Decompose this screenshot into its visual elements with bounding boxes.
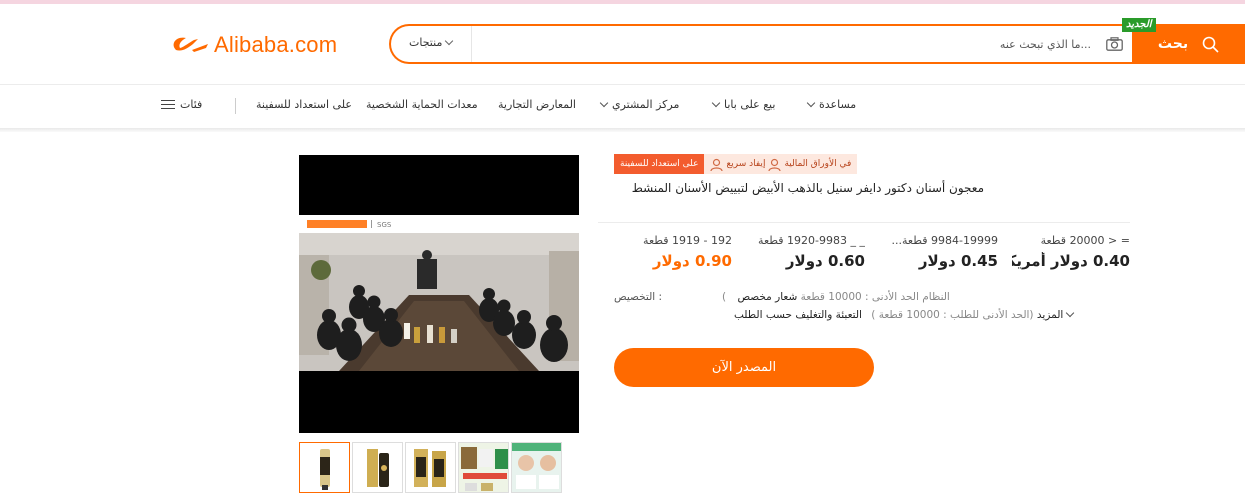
nav-item-label: بيع على بابا [724, 98, 776, 111]
nav-divider [235, 98, 236, 114]
tier-price: 0.60 دولار [785, 252, 865, 270]
logo-customization: ( النظام الحد الأدنى : 10000 قطعة شعار م… [722, 291, 950, 303]
camera-icon[interactable] [1106, 37, 1123, 51]
logo-option: شعار مخصص [737, 291, 798, 303]
product-tags: على استعداد للسفينة إيفاد سريع في الأورا… [614, 154, 858, 174]
thumbnail[interactable] [299, 442, 350, 493]
nav-item-help[interactable]: مساعدة [806, 98, 857, 111]
chevron-down-icon [806, 98, 816, 107]
packaging-moq: (الحد الأدنى للطلب : 10000 قطعة ) [871, 309, 1034, 321]
search-button-label: بحث [1157, 36, 1189, 52]
nav-item-ppe[interactable]: معدات الحماية الشخصية [366, 98, 478, 111]
tier-quantity: 192 - 1919 قطعة [643, 234, 732, 247]
nav-item-label: على استعداد للسفينة [256, 98, 352, 111]
nav-item-label: المعارض التجارية [498, 98, 576, 111]
dispatch-tags: إيفاد سريع في الأوراق المالية [704, 154, 858, 174]
customization-label: التخصيص : [614, 291, 663, 303]
chevron-down-icon [599, 98, 609, 107]
nav-item-label: مركز المشتري [612, 98, 680, 111]
tier-price: 0.90 دولار [652, 252, 732, 270]
product-video[interactable]: SGS [299, 155, 579, 433]
nav-item-buyer-center[interactable]: مركز المشتري [599, 98, 680, 111]
top-strip [0, 0, 1245, 4]
price-tier: = < 20000 قطعة 0.40 دولار أمريكي [1012, 234, 1130, 270]
new-badge: الجديد [1122, 18, 1156, 32]
packaging-option: التعبئة والتغليف حسب الطلب [734, 309, 862, 321]
nav-item-categories[interactable]: فئات [161, 98, 202, 111]
thumbnail[interactable] [405, 442, 456, 493]
nav-item-ready-to-ship[interactable]: على استعداد للسفينة [256, 98, 352, 111]
nav-item-sell[interactable]: بيع على بابا [711, 98, 776, 111]
person-icon [768, 158, 782, 171]
chevron-down-icon [445, 36, 454, 46]
nav-item-label: معدات الحماية الشخصية [366, 98, 478, 111]
alibaba-logo-icon [173, 37, 208, 52]
nav-item-label: مساعدة [819, 98, 857, 111]
tier-quantity: _ _ 1920-9983 قطعة [758, 234, 865, 247]
person-icon [710, 158, 724, 171]
tier-quantity: = < 20000 قطعة [1040, 234, 1130, 247]
nav-item-label: فئات [180, 98, 203, 111]
thumbnail[interactable] [458, 442, 509, 493]
toothpaste-pair-image [414, 449, 446, 487]
price-tier: 192 - 1919 قطعة 0.90 دولار [614, 234, 732, 270]
nav-item-trade-shows[interactable]: المعارض التجارية [498, 98, 576, 111]
in-stock-tag: في الأوراق المالية [784, 159, 852, 169]
chevron-down-icon[interactable] [1065, 308, 1074, 318]
info-divider [598, 222, 1130, 223]
nav-shadow [0, 128, 1245, 132]
category-select-label: منتجات [409, 36, 443, 49]
tier-price: 0.45 دولار [918, 252, 998, 270]
menu-icon [161, 99, 175, 110]
search-divider [471, 26, 472, 62]
alibaba-logo[interactable]: Alibaba.com [168, 30, 337, 60]
fast-dispatch-tag: إيفاد سريع [726, 159, 766, 169]
search-box: منتجات [389, 24, 1245, 64]
video-overlay-text: SGS [377, 221, 392, 229]
toothpaste-tube-image [320, 449, 330, 490]
chevron-down-icon [711, 98, 721, 107]
toothpaste-box-image [367, 449, 389, 487]
source-now-button[interactable]: المصدر الآن [614, 348, 874, 387]
product-banner-image [459, 443, 508, 492]
search-icon [1202, 36, 1219, 53]
logo-text: Alibaba.com [214, 32, 338, 57]
tier-quantity: 9984-19999 قطعة... [891, 234, 998, 247]
price-tier: 9984-19999 قطعة... 0.45 دولار [880, 234, 998, 270]
thumbnail[interactable] [511, 442, 562, 493]
meeting-room-image: SGS [299, 215, 579, 371]
search-input[interactable] [491, 32, 1091, 56]
ready-to-ship-tag: على استعداد للسفينة [614, 154, 705, 174]
thumbnail-strip [299, 442, 562, 493]
more-link[interactable]: المزيد [1037, 309, 1063, 321]
price-tier: _ _ 1920-9983 قطعة 0.60 دولار [747, 234, 865, 270]
thumbnail[interactable] [352, 442, 403, 493]
packaging-customization: المزيد (الحد الأدنى للطلب : 10000 قطعة )… [726, 308, 1077, 321]
product-title: معجون أسنان دكتور دايفر سنيل بالذهب الأب… [631, 181, 984, 195]
header-divider [0, 84, 1245, 85]
model-banner-image [512, 443, 561, 492]
tier-price: 0.40 دولار أمريكي [1012, 252, 1130, 270]
category-select[interactable]: منتجات [409, 36, 454, 49]
